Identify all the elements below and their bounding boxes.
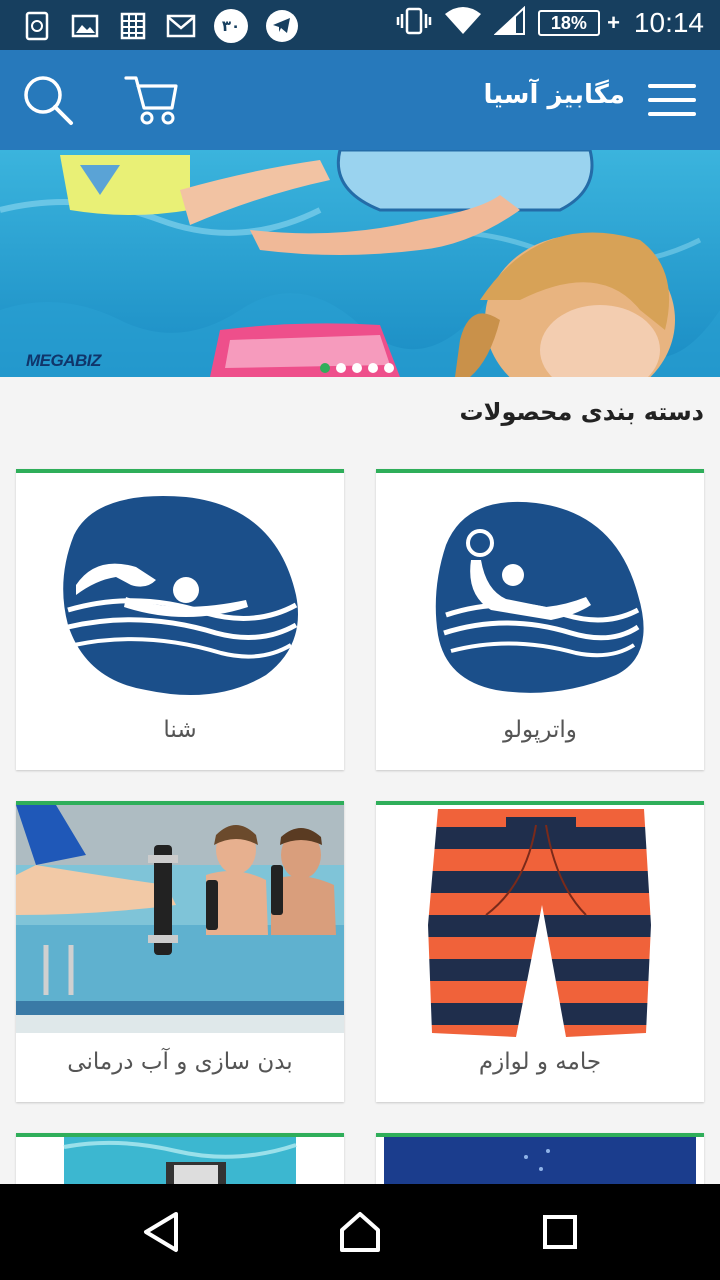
notification-badge-text: ۳۰ <box>221 17 241 35</box>
app-bar: مگابیز آسیا <box>0 50 720 150</box>
slider-dot[interactable] <box>336 363 346 373</box>
app-title: مگابیز آسیا <box>483 80 625 110</box>
gallery-icon <box>70 11 100 41</box>
water-polo-icon <box>435 501 644 693</box>
slider-dot[interactable] <box>384 363 394 373</box>
home-button[interactable] <box>336 1208 384 1256</box>
banner-image <box>0 150 720 377</box>
battery-indicator: 18% + <box>537 10 620 36</box>
cart-icon <box>124 76 178 125</box>
section-title: دسته بندی محصولات <box>459 398 705 426</box>
sync-file-icon <box>22 11 52 41</box>
banner-logo: MEGABIZ <box>26 351 101 370</box>
slider-dot[interactable] <box>368 363 378 373</box>
category-card-label: واترپولو <box>503 717 577 743</box>
recents-icon <box>543 1215 577 1249</box>
category-card-swimming[interactable]: شنا <box>16 469 344 770</box>
menu-button[interactable] <box>648 84 696 116</box>
slider-dots <box>304 363 394 373</box>
hamburger-icon-line <box>648 84 696 88</box>
search-button[interactable] <box>22 74 74 126</box>
gmail-icon <box>166 11 196 41</box>
back-icon <box>144 1212 178 1252</box>
banner-slider[interactable]: MEGABIZ <box>0 150 720 377</box>
notification-badge-icon: ۳۰ <box>214 9 248 43</box>
category-card-label: جامه و لوازم <box>478 1049 602 1075</box>
back-button[interactable] <box>138 1208 186 1256</box>
category-card-aqua-fitness[interactable]: بدن سازی و آب درمانی <box>16 801 344 1102</box>
charging-icon: + <box>607 10 620 35</box>
vibrate-icon <box>396 7 432 39</box>
battery-text: 18% <box>550 13 587 33</box>
home-icon <box>340 1212 380 1252</box>
swimming-icon <box>63 496 299 695</box>
aqua-fitness-image <box>16 805 344 1033</box>
recents-button[interactable] <box>536 1208 584 1256</box>
category-card-water-polo[interactable]: واترپولو <box>376 469 704 770</box>
category-card-label: بدن سازی و آب درمانی <box>67 1049 293 1075</box>
signal-icon <box>493 5 526 40</box>
status-system: 18% + 10:14 <box>396 5 704 40</box>
cart-button[interactable] <box>124 72 180 128</box>
calculator-icon <box>118 11 148 41</box>
status-notifications: ۳۰ <box>22 9 298 43</box>
clock: 10:14 <box>633 7 704 38</box>
search-icon <box>24 76 73 125</box>
telegram-icon <box>266 10 298 42</box>
slider-dot[interactable] <box>352 363 362 373</box>
system-navigation-bar <box>0 1184 720 1280</box>
hamburger-icon-line <box>648 98 696 102</box>
status-bar: ۳۰ 18% + 10:14 <box>0 0 720 50</box>
hamburger-icon-line <box>648 112 696 116</box>
swim-shorts-image <box>428 809 651 1037</box>
wifi-icon <box>444 6 482 40</box>
category-card-swimwear[interactable]: جامه و لوازم <box>376 801 704 1102</box>
slider-dot-active[interactable] <box>320 363 330 373</box>
category-card-label: شنا <box>163 717 197 743</box>
